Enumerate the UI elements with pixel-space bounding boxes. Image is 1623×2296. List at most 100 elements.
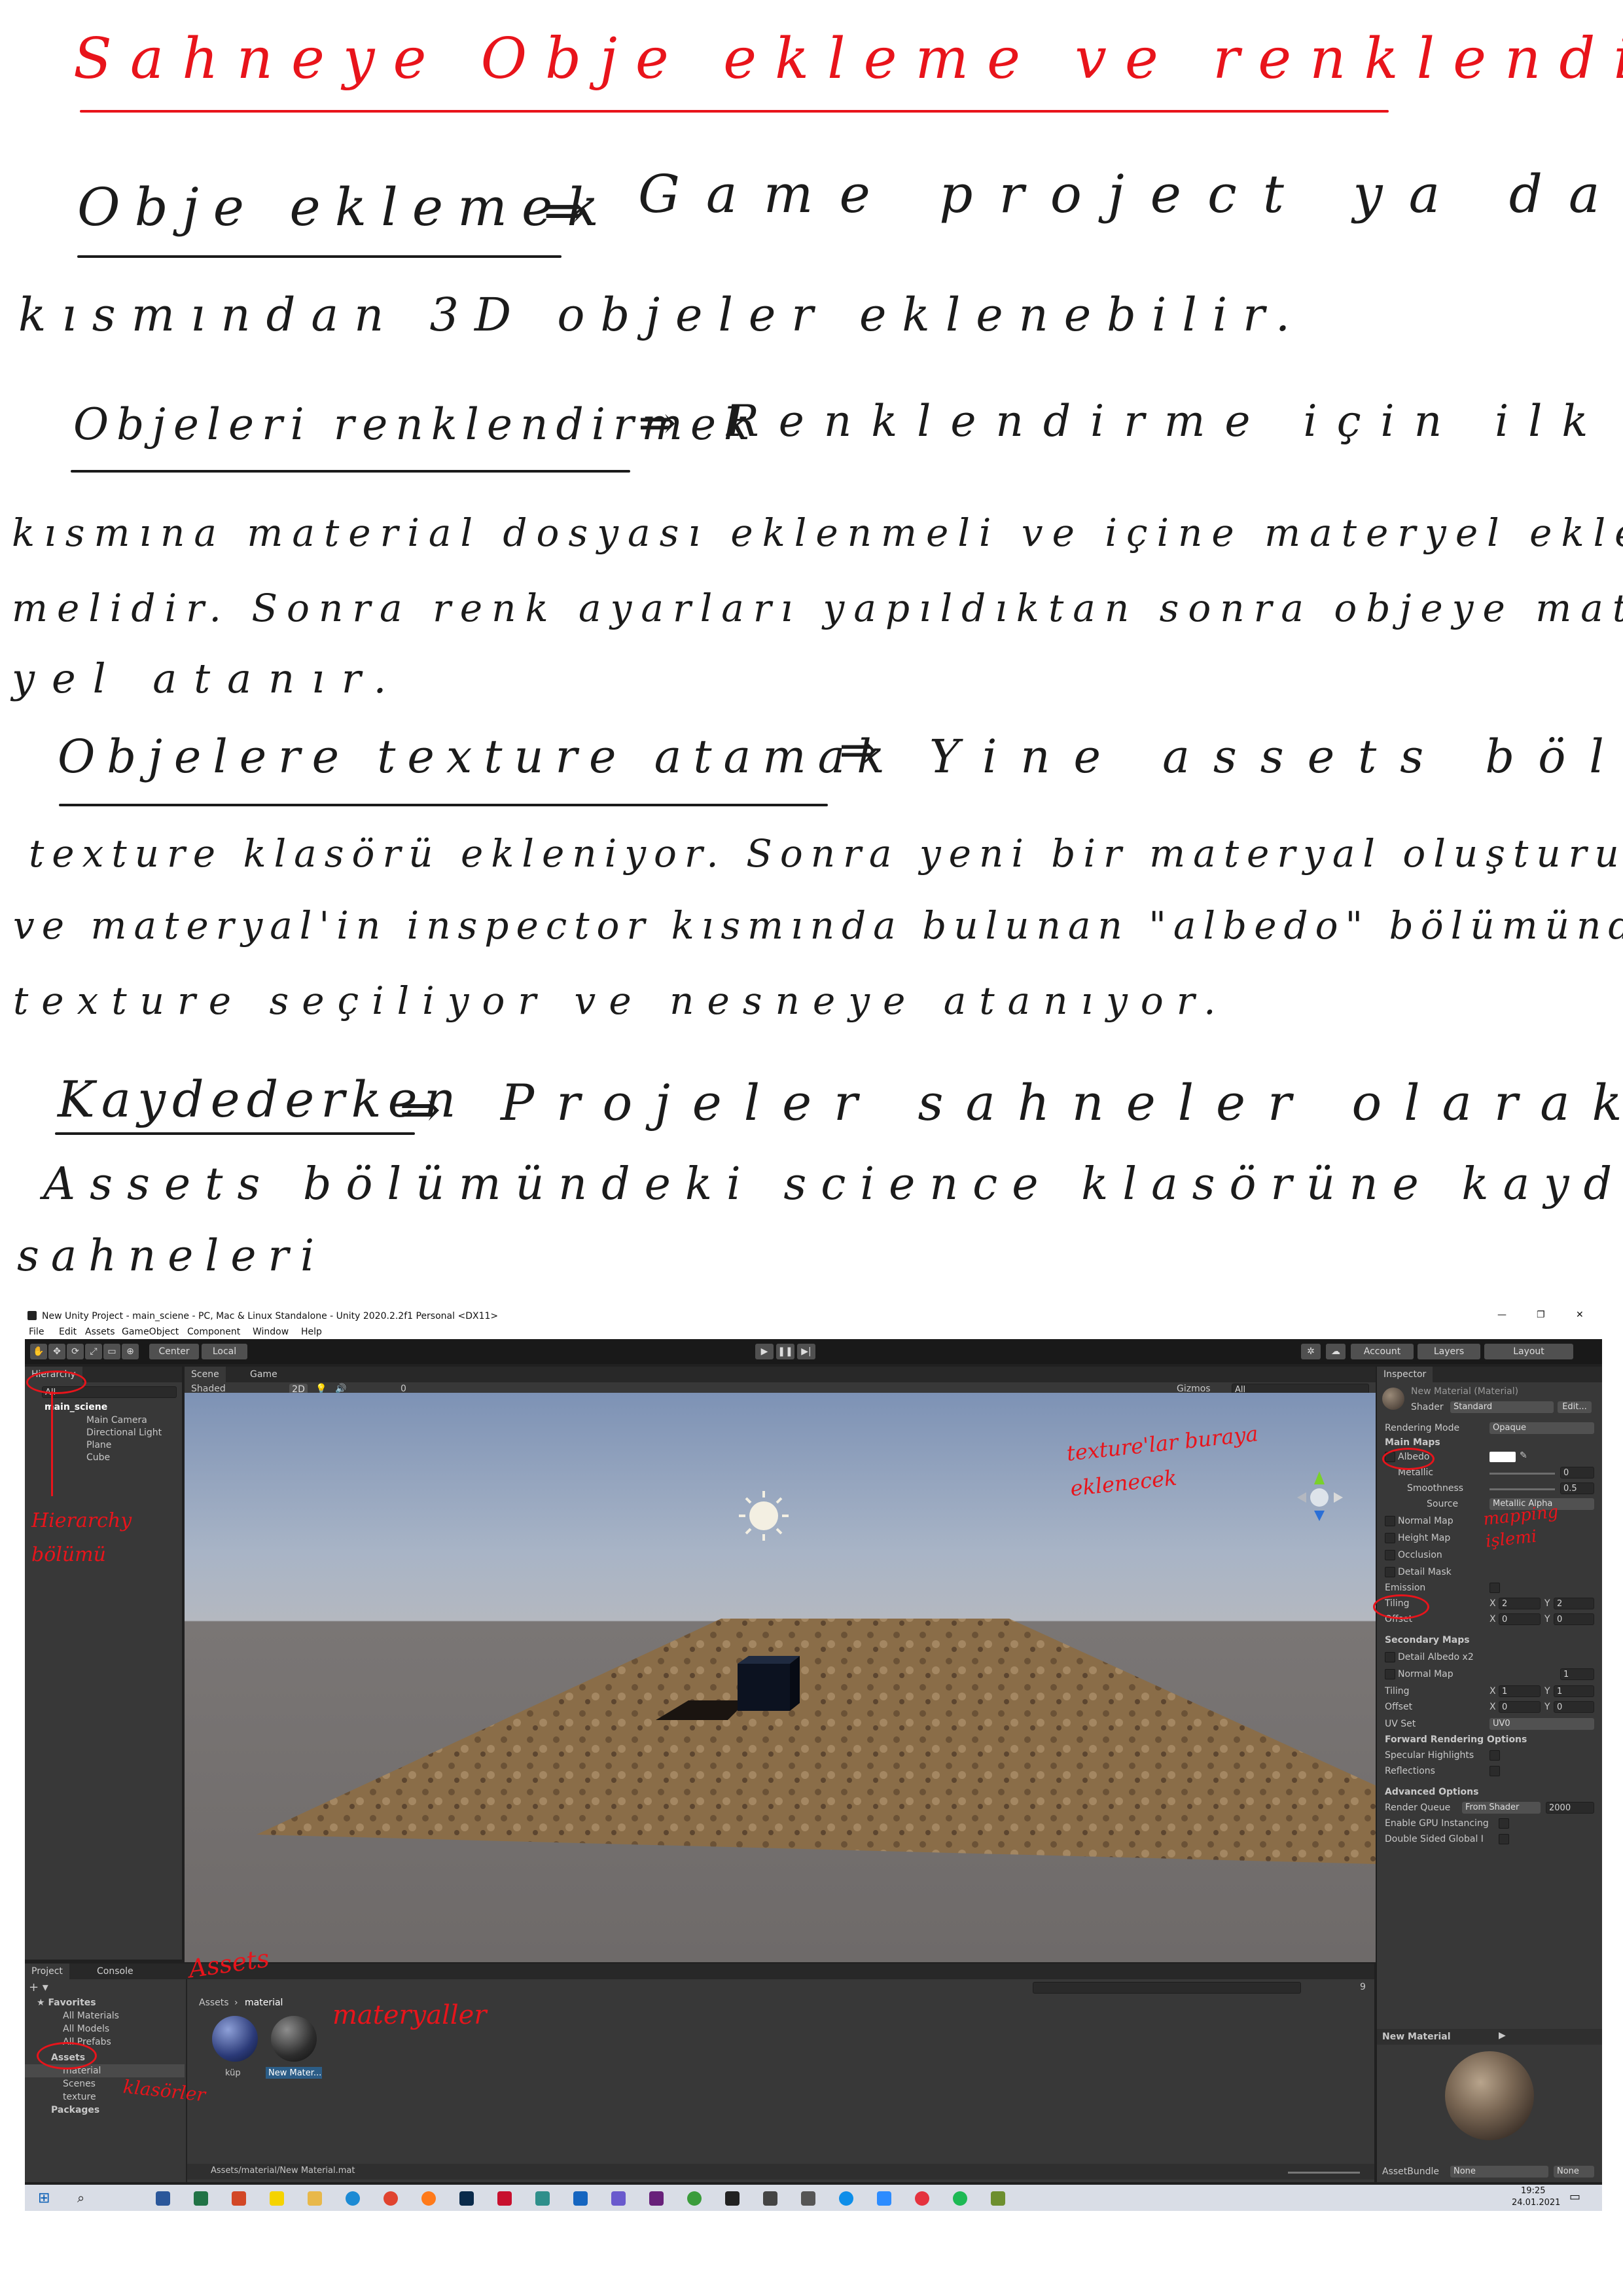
menu-help[interactable]: Help bbox=[301, 1327, 322, 1337]
hierarchy-item-plane[interactable]: Plane bbox=[86, 1440, 111, 1450]
minimize-button[interactable]: — bbox=[1497, 1310, 1507, 1320]
folder-scenes[interactable]: Scenes bbox=[63, 2079, 96, 2089]
rendering-mode-dropdown[interactable]: Opaque bbox=[1489, 1422, 1594, 1434]
shader-dropdown[interactable]: Standard bbox=[1450, 1401, 1554, 1413]
secondary-normal-slot[interactable] bbox=[1385, 1669, 1395, 1679]
eyedropper-icon[interactable]: ✎ bbox=[1520, 1450, 1527, 1461]
hierarchy-item-main-camera[interactable]: Main Camera bbox=[86, 1415, 147, 1426]
app-icon[interactable] bbox=[687, 2191, 702, 2206]
move-tool-icon[interactable]: ✥ bbox=[48, 1344, 65, 1359]
hand-tool-icon[interactable]: ✋ bbox=[30, 1344, 47, 1359]
photoshop-icon[interactable] bbox=[459, 2191, 474, 2206]
specular-highlights-checkbox[interactable] bbox=[1489, 1750, 1500, 1761]
secondary-offset-y[interactable]: 0 bbox=[1554, 1701, 1594, 1713]
render-queue-value[interactable]: 2000 bbox=[1546, 1802, 1594, 1814]
secondary-tiling-y[interactable]: 1 bbox=[1554, 1685, 1594, 1697]
spotify-icon[interactable] bbox=[953, 2191, 967, 2206]
maximize-button[interactable]: ❐ bbox=[1537, 1310, 1545, 1320]
normal-map-slot[interactable] bbox=[1385, 1516, 1395, 1526]
tiling-x-field[interactable]: 2 bbox=[1499, 1598, 1541, 1609]
rotate-tool-icon[interactable]: ⟳ bbox=[67, 1344, 84, 1359]
sticky-notes-icon[interactable] bbox=[270, 2191, 284, 2206]
icon-size-slider[interactable] bbox=[1288, 2172, 1360, 2174]
teamviewer-icon[interactable] bbox=[839, 2191, 853, 2206]
scene-root-item[interactable]: main_sciene bbox=[45, 1402, 107, 1412]
scale-tool-icon[interactable]: ⤢ bbox=[85, 1344, 102, 1359]
favorites-heading[interactable]: ★ Favorites bbox=[37, 1998, 96, 2008]
metallic-value[interactable]: 0 bbox=[1560, 1467, 1594, 1479]
pause-button[interactable]: ❚❚ bbox=[776, 1344, 794, 1359]
unity-icon[interactable] bbox=[725, 2191, 740, 2206]
firefox-icon[interactable] bbox=[421, 2191, 436, 2206]
secondary-normal-value[interactable]: 1 bbox=[1560, 1668, 1594, 1680]
material-asset-new-icon[interactable] bbox=[271, 2016, 317, 2062]
height-map-slot[interactable] bbox=[1385, 1533, 1395, 1543]
app-icon[interactable] bbox=[535, 2191, 550, 2206]
chrome-icon[interactable] bbox=[383, 2191, 398, 2206]
pivot-center-button[interactable]: Center bbox=[149, 1344, 199, 1359]
pivot-local-button[interactable]: Local bbox=[202, 1344, 247, 1359]
hierarchy-item-cube[interactable]: Cube bbox=[86, 1452, 110, 1463]
shader-edit-button[interactable]: Edit... bbox=[1558, 1401, 1592, 1413]
app-icon[interactable] bbox=[801, 2191, 815, 2206]
step-button[interactable]: ▶| bbox=[797, 1344, 815, 1359]
tab-inspector[interactable]: Inspector bbox=[1377, 1367, 1433, 1382]
breadcrumb-material[interactable]: material bbox=[245, 1998, 283, 2008]
detail-albedo-slot[interactable] bbox=[1385, 1652, 1395, 1662]
search-icon[interactable]: ⌕ bbox=[77, 2190, 84, 2206]
explorer-icon[interactable] bbox=[308, 2191, 322, 2206]
tab-console[interactable]: Console bbox=[90, 1964, 140, 1979]
uv-set-dropdown[interactable]: UV0 bbox=[1489, 1718, 1594, 1730]
layers-dropdown[interactable]: Layers bbox=[1418, 1344, 1480, 1359]
breadcrumb-assets[interactable]: Assets bbox=[199, 1998, 229, 2008]
add-asset-button[interactable]: + ▾ bbox=[29, 1981, 48, 1994]
play-button[interactable]: ▶ bbox=[755, 1344, 774, 1359]
cloud-icon[interactable]: ☁ bbox=[1326, 1344, 1346, 1359]
notification-icon[interactable]: ▭ bbox=[1569, 2190, 1580, 2204]
material-asset-kup-icon[interactable] bbox=[212, 2016, 258, 2062]
word-icon[interactable] bbox=[156, 2191, 170, 2206]
tab-project[interactable]: Project bbox=[25, 1964, 69, 1979]
detail-mask-slot[interactable] bbox=[1385, 1567, 1395, 1577]
reflections-checkbox[interactable] bbox=[1489, 1766, 1500, 1776]
tab-game[interactable]: Game bbox=[243, 1367, 284, 1382]
app-icon[interactable] bbox=[573, 2191, 588, 2206]
visual-studio-icon[interactable] bbox=[649, 2191, 664, 2206]
menu-file[interactable]: File bbox=[29, 1327, 44, 1337]
tiling-y-field[interactable]: 2 bbox=[1554, 1598, 1594, 1609]
layout-dropdown[interactable]: Layout bbox=[1484, 1344, 1573, 1359]
asset-bundle-dropdown[interactable]: None bbox=[1450, 2166, 1548, 2178]
secondary-offset-x[interactable]: 0 bbox=[1499, 1701, 1541, 1713]
powerpoint-icon[interactable] bbox=[232, 2191, 246, 2206]
smoothness-slider[interactable] bbox=[1489, 1488, 1555, 1490]
asset-bundle-variant-dropdown[interactable]: None bbox=[1554, 2166, 1594, 2178]
edge-icon[interactable] bbox=[346, 2191, 360, 2206]
app-icon[interactable] bbox=[763, 2191, 777, 2206]
app-icon[interactable] bbox=[611, 2191, 626, 2206]
secondary-tiling-x[interactable]: 1 bbox=[1499, 1685, 1541, 1697]
app-icon[interactable] bbox=[991, 2191, 1005, 2206]
double-sided-checkbox[interactable] bbox=[1499, 1834, 1509, 1844]
menu-window[interactable]: Window bbox=[253, 1327, 289, 1337]
account-dropdown[interactable]: Account bbox=[1351, 1344, 1414, 1359]
windows-start-icon[interactable]: ⊞ bbox=[38, 2190, 50, 2206]
smoothness-value[interactable]: 0.5 bbox=[1560, 1482, 1594, 1494]
excel-icon[interactable] bbox=[194, 2191, 208, 2206]
close-button[interactable]: ✕ bbox=[1576, 1310, 1584, 1320]
menu-assets[interactable]: Assets bbox=[85, 1327, 115, 1337]
menu-gameobject[interactable]: GameObject bbox=[122, 1327, 179, 1337]
emission-checkbox[interactable] bbox=[1489, 1583, 1500, 1593]
offset-x-field[interactable]: 0 bbox=[1499, 1613, 1541, 1625]
render-queue-dropdown[interactable]: From Shader bbox=[1462, 1802, 1541, 1814]
transform-tool-icon[interactable]: ⊕ bbox=[122, 1344, 139, 1359]
zoom-icon[interactable] bbox=[877, 2191, 891, 2206]
hierarchy-item-directional-light[interactable]: Directional Light bbox=[86, 1427, 162, 1438]
metallic-slider[interactable] bbox=[1489, 1473, 1555, 1475]
gpu-instancing-checkbox[interactable] bbox=[1499, 1818, 1509, 1829]
favorite-all-materials[interactable]: All Materials bbox=[63, 2011, 119, 2021]
occlusion-slot[interactable] bbox=[1385, 1550, 1395, 1560]
acrobat-icon[interactable] bbox=[497, 2191, 512, 2206]
menu-component[interactable]: Component bbox=[187, 1327, 240, 1337]
menu-edit[interactable]: Edit bbox=[59, 1327, 77, 1337]
folder-texture[interactable]: texture bbox=[63, 2092, 96, 2102]
